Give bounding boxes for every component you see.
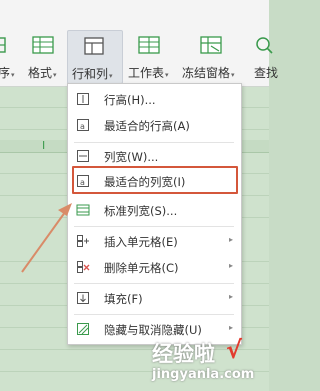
watermark-brand: 经验啦 [152, 342, 215, 366]
annotation-arrow-icon [21, 203, 72, 273]
watermark-url: jingyanla.com [152, 367, 255, 382]
watermark-check-icon: √ [226, 336, 243, 364]
watermark: 经验啦 √ jingyanla.com [150, 336, 265, 388]
